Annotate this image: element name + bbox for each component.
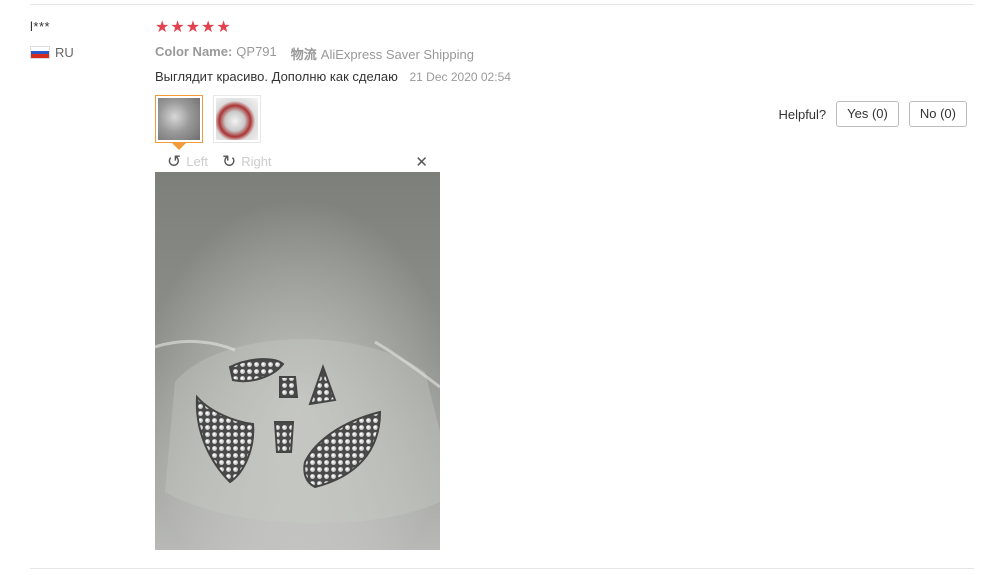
star-rating: ★ ★ ★ ★ ★ — [155, 19, 231, 37]
reviewer-country: RU — [30, 45, 74, 60]
shipping-label: 物流 — [290, 47, 317, 62]
helpful-label: Helpful? — [778, 106, 827, 122]
rotate-left-button[interactable]: ↺ Left — [167, 153, 208, 170]
helpful-vote: Helpful? Yes (0) No (0) — [778, 101, 967, 127]
shipping-value: AliExpress Saver Shipping — [320, 47, 474, 62]
rotate-right-label: Right — [241, 154, 272, 169]
thumbnail-image — [216, 98, 258, 140]
top-divider — [30, 4, 974, 5]
star-icon: ★ — [216, 19, 231, 36]
color-value: QP791 — [236, 44, 277, 59]
photo-viewer-toolbar: ↺ Left ↻ Right ✕ — [155, 151, 440, 172]
review-text: Выглядит красиво. Дополню как сделаю — [155, 69, 398, 84]
bottom-divider — [30, 568, 974, 569]
color-info: Color Name: QP791 — [155, 44, 277, 63]
photo-thumbnail-1[interactable] — [155, 95, 203, 150]
star-icon: ★ — [201, 19, 216, 36]
rotate-left-icon: ↺ — [167, 152, 182, 171]
country-code: RU — [55, 45, 74, 60]
photo-thumbnails — [155, 95, 261, 150]
reviewer-name: l*** — [30, 19, 51, 34]
order-info: Color Name: QP791 物流 AliExpress Saver Ship… — [155, 44, 474, 63]
thumbnail-image — [158, 98, 200, 140]
star-icon: ★ — [185, 19, 201, 36]
russia-flag-icon — [30, 46, 50, 59]
helpful-no-button[interactable]: No (0) — [908, 101, 967, 127]
star-icon: ★ — [155, 19, 170, 36]
rotate-right-icon: ↻ — [221, 152, 237, 171]
review-photo-large — [155, 172, 440, 550]
review-date: 21 Dec 2020 02:54 — [409, 70, 511, 84]
star-icon: ★ — [170, 19, 185, 36]
rotate-left-label: Left — [186, 154, 208, 169]
helpful-yes-button[interactable]: Yes (0) — [836, 101, 899, 127]
shipping-info: 物流 AliExpress Saver Shipping — [291, 44, 474, 63]
close-icon[interactable]: ✕ — [415, 153, 428, 171]
review-body: Выглядит красиво. Дополню как сделаю 21 … — [155, 69, 511, 84]
photo-thumbnail-2[interactable] — [213, 95, 261, 143]
color-label: Color Name: — [155, 44, 233, 59]
rotate-right-button[interactable]: ↻ Right — [222, 153, 272, 170]
